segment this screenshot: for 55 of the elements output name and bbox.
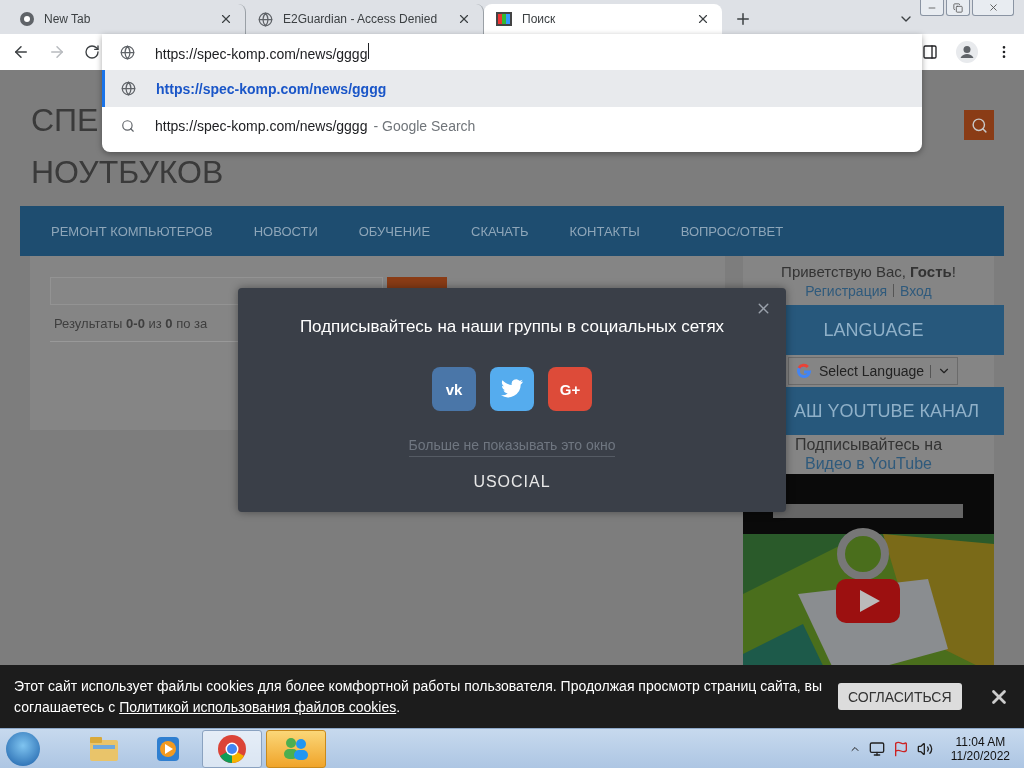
suggestion-item[interactable]: https://spec-komp.com/news/gggg - Google Search bbox=[102, 107, 922, 144]
start-button[interactable] bbox=[6, 731, 40, 766]
nav-link[interactable]: РЕМОНТ КОМПЬЮТЕРОВ bbox=[51, 223, 213, 239]
clock-date[interactable]: 11/20/2022 bbox=[950, 748, 1010, 763]
close-icon[interactable] bbox=[696, 12, 710, 26]
site-title: СПЕ bbox=[31, 102, 99, 138]
subscribe-text: Подписывайтесь на bbox=[794, 435, 943, 454]
globe-icon bbox=[120, 44, 135, 60]
flag-icon[interactable] bbox=[892, 740, 909, 757]
network-icon[interactable] bbox=[868, 740, 885, 757]
cookie-text: Этот сайт использует файлы cookies для более комфортной работы пользователя. Продолжая просмотр страниц сайта, вы соглашаетесь с Политикой использования файлов cookies. bbox=[14, 676, 824, 717]
suggestion-item[interactable]: https://spec-komp.com/news/gggg bbox=[102, 70, 922, 107]
nav-link[interactable]: ОБУЧЕНИЕ bbox=[358, 223, 431, 239]
close-icon[interactable] bbox=[219, 12, 233, 26]
dismiss-link[interactable]: Больше не показывать это окно bbox=[408, 437, 616, 457]
browser-tab[interactable]: Поиск bbox=[484, 4, 722, 34]
address-field[interactable]: https://spec-komp.com/news/gggg bbox=[155, 42, 370, 62]
greeting-text: Приветствую Вас, Гость! bbox=[781, 262, 956, 280]
nav-link[interactable]: КОНТАКТЫ bbox=[569, 223, 640, 239]
folder-icon bbox=[89, 735, 119, 762]
minimize-button[interactable] bbox=[920, 0, 944, 16]
bird-icon bbox=[500, 379, 524, 399]
reload-icon[interactable] bbox=[84, 44, 100, 60]
nav-link[interactable]: НОВОСТИ bbox=[253, 223, 318, 239]
clock-time[interactable]: 11:04 AM bbox=[955, 734, 1006, 749]
new-tab-icon[interactable] bbox=[734, 10, 752, 28]
profile-icon[interactable] bbox=[956, 41, 978, 63]
agree-button[interactable]: СОГЛАСИТЬСЯ bbox=[838, 683, 962, 710]
search-icon bbox=[121, 118, 135, 133]
close-icon[interactable] bbox=[457, 12, 471, 26]
taskbar-app[interactable] bbox=[202, 729, 262, 768]
site-icon bbox=[496, 12, 512, 26]
restore-icon bbox=[953, 2, 963, 13]
close-button[interactable] bbox=[972, 0, 1014, 16]
nav-link[interactable]: ВОПРОС/ОТВЕТ bbox=[680, 223, 784, 239]
volume-icon[interactable] bbox=[916, 740, 933, 757]
search-button[interactable] bbox=[964, 110, 994, 140]
site-title: НОУТБУКОВ bbox=[31, 154, 224, 190]
chrome-icon bbox=[217, 733, 247, 764]
social-button[interactable]: G+ bbox=[548, 367, 592, 411]
search-icon bbox=[970, 116, 988, 134]
chrome-icon bbox=[20, 12, 34, 26]
media-player-icon bbox=[156, 735, 180, 762]
close-icon bbox=[987, 2, 999, 13]
side-panel-icon[interactable] bbox=[922, 44, 938, 60]
globe-icon bbox=[258, 11, 273, 27]
back-icon[interactable] bbox=[12, 43, 30, 61]
social-button[interactable] bbox=[490, 367, 534, 411]
google-icon bbox=[795, 362, 813, 380]
brand-text: USOCIAL bbox=[473, 473, 551, 491]
language-select[interactable]: Select Language bbox=[788, 357, 959, 385]
globe-icon bbox=[121, 81, 136, 96]
nav-link[interactable]: СКАЧАТЬ bbox=[471, 223, 529, 239]
social-button[interactable]: vk bbox=[432, 367, 476, 411]
restore-button[interactable] bbox=[946, 0, 970, 16]
